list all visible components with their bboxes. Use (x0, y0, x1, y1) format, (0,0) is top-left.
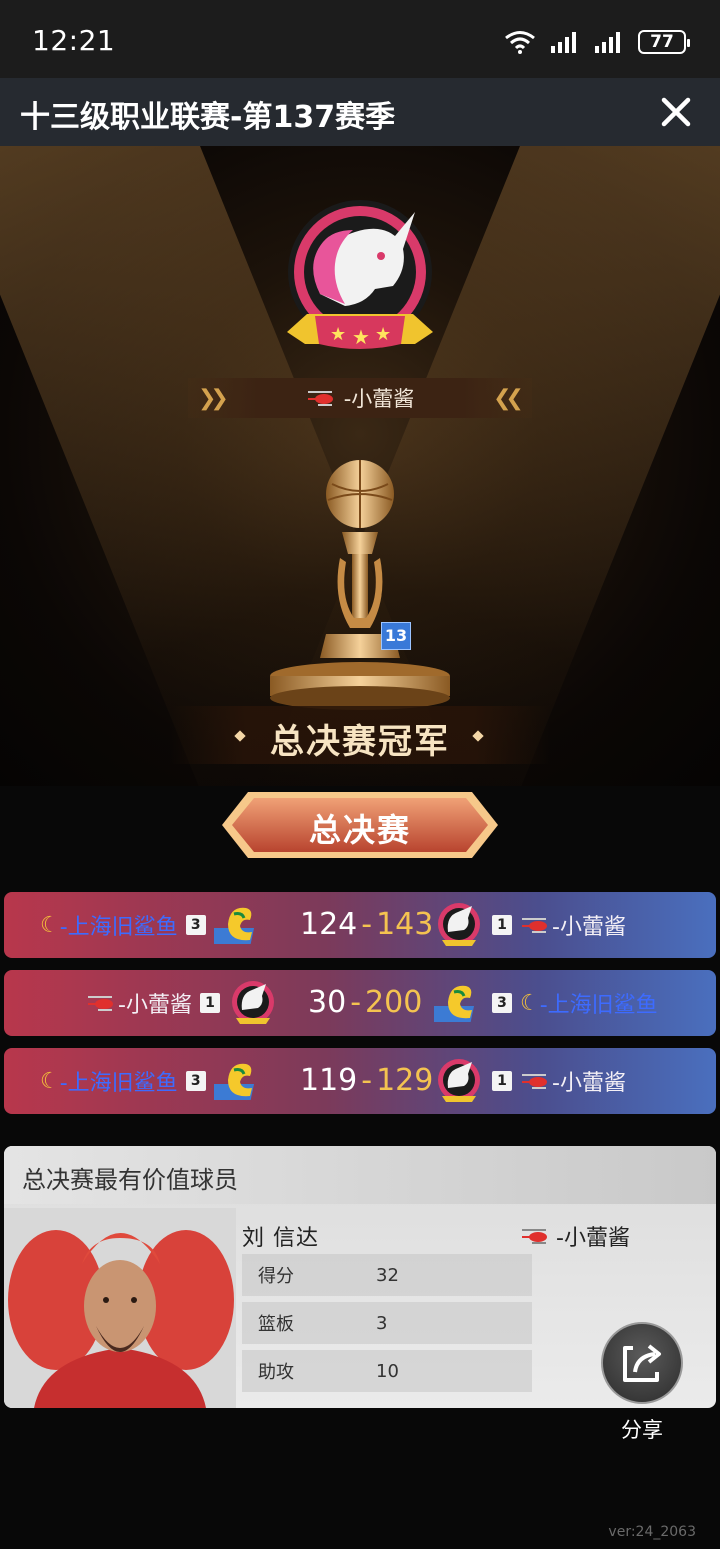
stat-row-assists: 助攻 10 (242, 1350, 532, 1392)
svg-text:★: ★ (375, 324, 391, 345)
helicopter-icon (522, 1074, 547, 1089)
stat-row-points: 得分 32 (242, 1254, 532, 1296)
team-name: -小蕾酱 (552, 1071, 626, 1096)
score-left: 30 (308, 985, 347, 1020)
seed-badge: 3 (185, 915, 206, 935)
finals-label: 总决赛 (308, 811, 411, 849)
seed-badge: 3 (185, 1071, 206, 1091)
share-label: 分享 (621, 1418, 663, 1442)
game-row[interactable]: -小蕾酱 1 30-200 3 ☾ -上海旧鲨鱼 (4, 970, 716, 1036)
signal-icon (551, 32, 576, 53)
moon-icon: ☾ (40, 1068, 60, 1094)
right-team: 1 -小蕾酱 (434, 892, 626, 958)
right-team: 1 -小蕾酱 (434, 1048, 626, 1114)
svg-text:★: ★ (352, 325, 370, 349)
game-row[interactable]: ☾ -上海旧鲨鱼 3 124-143 1 -小蕾酱 (4, 892, 716, 958)
helicopter-icon (88, 996, 113, 1011)
team-name: -小蕾酱 (552, 915, 626, 940)
close-icon[interactable] (656, 92, 696, 132)
seed-badge: 1 (199, 993, 220, 1013)
moon-icon: ☾ (40, 912, 60, 938)
score-left: 124 (300, 907, 358, 942)
stat-label: 助攻 (258, 1362, 294, 1383)
unicorn-team-logo: ★ ★ ★ (287, 200, 433, 349)
player-name: 刘 信达 (242, 1226, 319, 1251)
team-name: -上海旧鲨鱼 (59, 1071, 178, 1096)
player-team: -小蕾酱 (520, 1220, 630, 1252)
team-name: -小蕾酱 (118, 993, 192, 1018)
trophy-icon (270, 460, 450, 710)
chevron-right-icon: ❯❯ (198, 386, 229, 411)
signal-icon-2 (595, 32, 620, 53)
dragon-team-logo (434, 985, 475, 1022)
mvp-title: 总决赛最有价值球员 (22, 1166, 238, 1194)
page-title: 十三级职业联赛-第137赛季 (20, 100, 396, 135)
dragon-team-logo (213, 907, 254, 944)
version-label: ver:24_2063 (608, 1524, 696, 1540)
stat-row-rebounds: 篮板 3 (242, 1302, 532, 1344)
player-avatar (4, 1208, 236, 1408)
left-team: ☾ -上海旧鲨鱼 3 (40, 892, 264, 958)
helicopter-icon (307, 391, 333, 406)
mvp-header: 总决赛最有价值球员 (4, 1146, 716, 1204)
score-right: 143 (376, 907, 434, 942)
champion-title: 总决赛冠军 (270, 722, 450, 762)
wifi-icon (505, 31, 535, 54)
seed-badge: 1 (492, 1071, 512, 1091)
champion-hero: ★ ★ ★ ❯❯ -小蕾酱 ❮❮ 13 总决赛冠军 (0, 146, 720, 786)
app-header: 十三级职业联赛-第137赛季 (0, 78, 720, 146)
champion-team-banner: ❯❯ -小蕾酱 ❮❮ (188, 378, 532, 418)
status-bar: 12:21 77 (0, 0, 720, 78)
game-score: 124-143 (300, 907, 434, 942)
left-team: -小蕾酱 1 (86, 970, 278, 1036)
score-right: 200 (365, 985, 423, 1020)
moon-icon: ☾ (520, 990, 540, 1016)
left-team: ☾ -上海旧鲨鱼 3 (40, 1048, 264, 1114)
stat-label: 篮板 (258, 1314, 294, 1335)
seed-badge: 3 (492, 993, 512, 1013)
battery-icon: 77 (638, 30, 690, 54)
team-name: -上海旧鲨鱼 (539, 993, 658, 1018)
game-score: 30-200 (308, 985, 423, 1020)
game-row[interactable]: ☾ -上海旧鲨鱼 3 119-129 1 -小蕾酱 (4, 1048, 716, 1114)
score-left: 119 (300, 1063, 358, 1098)
stat-value: 10 (376, 1360, 399, 1382)
score-right: 129 (376, 1063, 434, 1098)
seed-badge: 1 (492, 915, 512, 935)
unicorn-team-logo (438, 1059, 480, 1102)
svg-text:★: ★ (330, 324, 346, 345)
unicorn-team-logo (438, 903, 480, 946)
player-team-name: -小蕾酱 (556, 1226, 630, 1251)
helicopter-icon (522, 1229, 547, 1244)
team-name: -上海旧鲨鱼 (59, 915, 178, 940)
stat-label: 得分 (258, 1266, 294, 1287)
stat-value: 3 (376, 1312, 388, 1334)
stat-value: 32 (376, 1264, 399, 1286)
status-icons: 77 (504, 28, 690, 56)
level-badge: 13 (381, 622, 411, 650)
share-icon (623, 1344, 661, 1382)
right-team: 3 ☾ -上海旧鲨鱼 (434, 970, 658, 1036)
chevron-left-icon: ❮❮ (493, 386, 524, 411)
status-time: 12:21 (32, 24, 116, 57)
game-score: 119-129 (300, 1063, 434, 1098)
champion-team-name: -小蕾酱 (343, 387, 415, 411)
share-button[interactable] (601, 1322, 683, 1404)
helicopter-icon (522, 918, 547, 933)
unicorn-team-logo (231, 981, 274, 1024)
dragon-team-logo (213, 1063, 254, 1100)
